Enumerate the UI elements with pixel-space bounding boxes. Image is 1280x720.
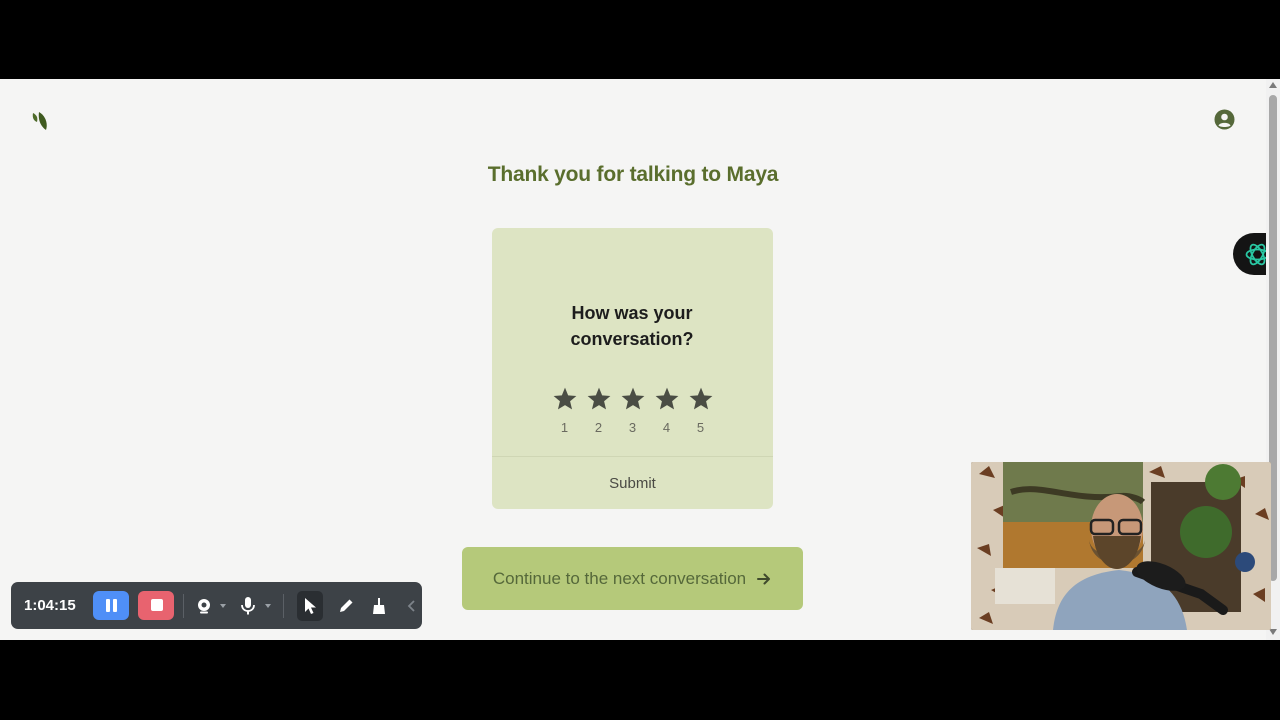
microphone-options-caret-icon[interactable]: [264, 603, 271, 608]
rating-label: 3: [628, 420, 637, 435]
star-icon[interactable]: [688, 386, 714, 412]
toolbar-divider: [183, 593, 185, 618]
continue-label: Continue to the next conversation: [492, 568, 747, 588]
screen-recorder-toolbar: 1:04:15: [11, 582, 422, 629]
pen-tool-icon[interactable]: [335, 595, 356, 617]
rating-option-1[interactable]: 1: [552, 386, 578, 435]
rating-option-4[interactable]: 4: [654, 386, 680, 435]
feedback-question: How was your conversation?: [570, 303, 694, 349]
collapse-toolbar-chevron-icon[interactable]: [401, 595, 422, 617]
star-rating: 1 2 3 4 5: [492, 386, 773, 435]
star-icon[interactable]: [552, 386, 578, 412]
recording-timer: 1:04:15: [24, 597, 76, 614]
webcam-overlay: [971, 462, 1271, 630]
cursor-tool-icon[interactable]: [296, 590, 324, 621]
scroll-up-arrow-icon[interactable]: [1269, 82, 1277, 88]
webcam-icon[interactable]: [193, 595, 214, 617]
microphone-icon[interactable]: [238, 595, 259, 617]
arrow-right-icon: [757, 573, 771, 584]
rating-option-2[interactable]: 2: [586, 386, 612, 435]
page-title: Thank you for talking to Maya: [487, 163, 779, 186]
star-icon[interactable]: [586, 386, 612, 412]
leaf-logo-icon[interactable]: [30, 109, 50, 131]
stop-recording-button[interactable]: [138, 591, 175, 620]
rating-label: 5: [696, 420, 705, 435]
rating-label: 1: [560, 420, 569, 435]
rating-option-3[interactable]: 3: [620, 386, 646, 435]
webcam-options-caret-icon[interactable]: [219, 603, 226, 608]
feedback-card: How was your conversation? 1 2 3 4 5 Sub…: [492, 228, 773, 509]
pause-recording-button[interactable]: [92, 591, 130, 620]
continue-button[interactable]: Continue to the next conversation: [462, 547, 803, 610]
toolbar-divider: [282, 593, 284, 618]
scroll-down-arrow-icon[interactable]: [1269, 629, 1277, 635]
star-icon[interactable]: [654, 386, 680, 412]
rating-label: 2: [594, 420, 603, 435]
letterbox-top: [0, 0, 1280, 79]
user-circle-icon[interactable]: [1214, 109, 1235, 130]
eraser-broom-icon[interactable]: [368, 595, 389, 617]
submit-button[interactable]: Submit: [492, 457, 773, 509]
star-icon[interactable]: [620, 386, 646, 412]
letterbox-bottom: [0, 640, 1280, 720]
rating-option-5[interactable]: 5: [688, 386, 714, 435]
rating-label: 4: [662, 420, 671, 435]
